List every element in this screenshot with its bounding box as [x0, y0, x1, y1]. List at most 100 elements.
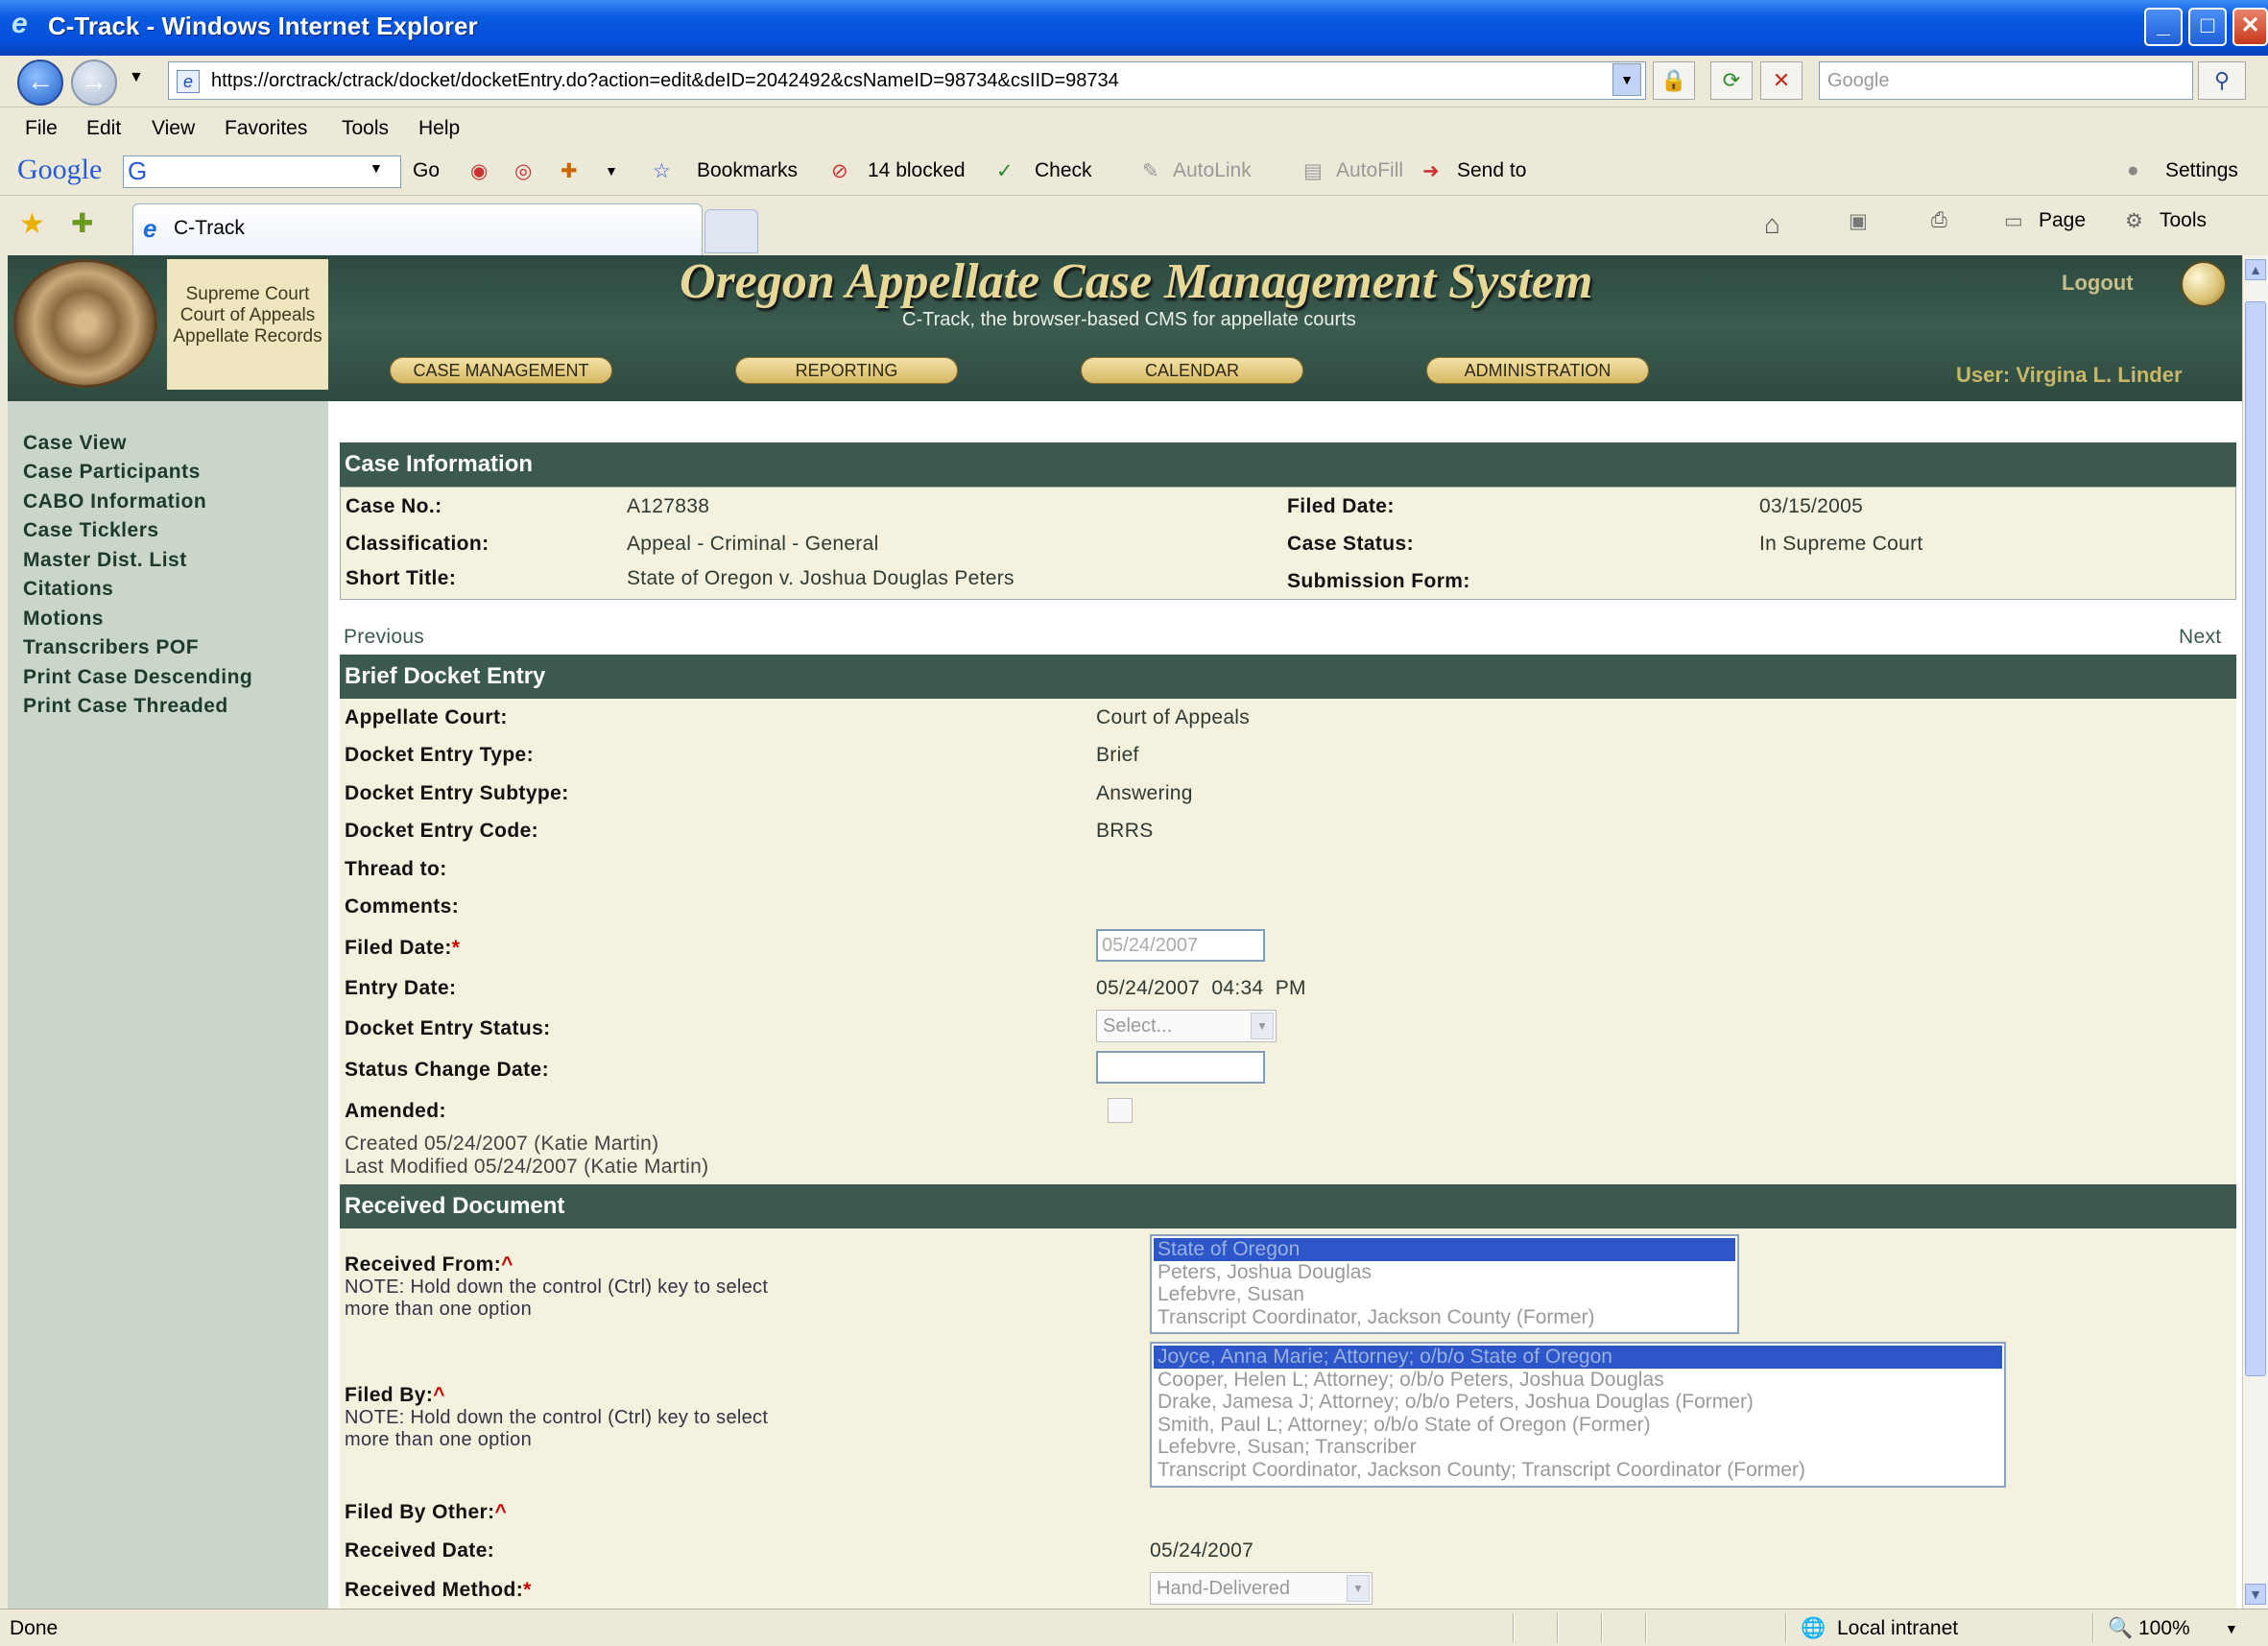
logout-icon[interactable]: [2181, 261, 2227, 307]
menu-favorites[interactable]: Favorites: [225, 117, 307, 140]
minimize-button[interactable]: _: [2144, 8, 2183, 46]
docket-status-select[interactable]: Select... ▼: [1096, 1010, 1277, 1042]
spell-icon[interactable]: ◎: [514, 159, 532, 183]
go-button[interactable]: Go: [413, 159, 440, 182]
list-item[interactable]: Lefebvre, Susan; Transcriber: [1154, 1436, 2002, 1459]
docket-subtype-value: Answering: [1096, 782, 1193, 804]
list-item[interactable]: Cooper, Helen L; Attorney; o/b/o Peters,…: [1154, 1369, 2002, 1392]
new-tab-button[interactable]: [704, 209, 758, 253]
sidebar-item-cabo-information[interactable]: CABO Information: [23, 490, 206, 513]
received-header: Received Document: [340, 1184, 2236, 1229]
scroll-down-icon[interactable]: ▼: [2245, 1584, 2266, 1605]
autolink-button[interactable]: AutoLink: [1173, 159, 1252, 182]
seal-line-1: Supreme Court: [185, 284, 310, 304]
app-title: Oregon Appellate Case Management System: [680, 255, 1593, 309]
ie-icon: e: [12, 8, 28, 39]
sidebar-item-print-case-threaded[interactable]: Print Case Threaded: [23, 695, 228, 718]
history-dropdown-icon[interactable]: ▼: [129, 69, 144, 86]
back-button[interactable]: ←: [17, 60, 63, 106]
sidebar-item-print-case-descending[interactable]: Print Case Descending: [23, 666, 252, 689]
forward-button[interactable]: →: [71, 60, 117, 106]
nav-calendar[interactable]: CALENDAR: [1081, 357, 1303, 384]
menu-tools[interactable]: Tools: [342, 117, 389, 140]
settings-button[interactable]: Settings: [2165, 159, 2238, 182]
list-item[interactable]: Transcript Coordinator, Jackson County; …: [1154, 1459, 2002, 1482]
address-bar[interactable]: e https://orctrack/ctrack/docket/docketE…: [168, 61, 1646, 100]
scroll-up-icon[interactable]: ▲: [2245, 259, 2266, 280]
sidebar-item-citations[interactable]: Citations: [23, 578, 113, 601]
received-method-select[interactable]: Hand-Delivered ▼: [1150, 1572, 1373, 1605]
list-item[interactable]: Peters, Joshua Douglas: [1154, 1261, 1735, 1284]
address-dropdown-icon[interactable]: ▼: [1612, 63, 1641, 96]
case-no-value: A127838: [627, 495, 710, 517]
list-item[interactable]: Joyce, Anna Marie; Attorney; o/b/o State…: [1154, 1346, 2002, 1369]
logout-link[interactable]: Logout: [2062, 271, 2134, 296]
received-date-label: Received Date:: [345, 1539, 495, 1562]
home-icon[interactable]: ⌂: [1764, 209, 1780, 240]
status-change-date-input[interactable]: [1096, 1051, 1265, 1084]
received-method-selected: Hand-Delivered: [1157, 1578, 1290, 1599]
feeds-icon[interactable]: ▣: [1849, 209, 1868, 233]
zone-label: Local intranet: [1837, 1617, 1959, 1639]
list-item[interactable]: Transcript Coordinator, Jackson County (…: [1154, 1306, 1735, 1329]
filed-date-label: Filed Date:*: [345, 937, 461, 959]
menu-help[interactable]: Help: [418, 117, 460, 140]
menu-view[interactable]: View: [152, 117, 195, 140]
stop-icon[interactable]: ✕: [1760, 61, 1802, 100]
sidebar-item-case-ticklers[interactable]: Case Ticklers: [23, 519, 159, 542]
vertical-scrollbar[interactable]: ▲ ▼: [2242, 255, 2268, 1609]
check-button[interactable]: Check: [1035, 159, 1092, 182]
sidebar-item-transcribers-pof[interactable]: Transcribers POF: [23, 636, 199, 659]
google-search-box[interactable]: G ▼: [123, 155, 401, 188]
menu-edit[interactable]: Edit: [86, 117, 121, 140]
maximize-button[interactable]: □: [2188, 8, 2227, 46]
favorites-star-icon[interactable]: ★: [19, 207, 45, 241]
more-dropdown-icon[interactable]: ▼: [605, 163, 618, 179]
nav-administration[interactable]: ADMINISTRATION: [1426, 357, 1649, 384]
lock-icon[interactable]: 🔒: [1653, 61, 1695, 100]
nav-reporting[interactable]: REPORTING: [735, 357, 958, 384]
next-link[interactable]: Next: [2179, 626, 2221, 649]
search-input[interactable]: Google: [1819, 61, 2193, 100]
previous-link[interactable]: Previous: [344, 626, 424, 649]
sidebar-item-master-dist-list[interactable]: Master Dist. List: [23, 549, 187, 572]
bookmarks-button[interactable]: Bookmarks: [697, 159, 798, 182]
filed-date-input[interactable]: 05/24/2007: [1096, 929, 1265, 962]
scroll-thumb[interactable]: [2245, 301, 2266, 1376]
autolink-icon: ✎: [1142, 160, 1159, 182]
autofill-button[interactable]: AutoFill: [1336, 159, 1403, 182]
status-text: Done: [10, 1617, 59, 1639]
received-method-label: Received Method:*: [345, 1579, 532, 1601]
list-item[interactable]: Smith, Paul L; Attorney; o/b/o State of …: [1154, 1414, 2002, 1437]
sidebar-item-case-participants[interactable]: Case Participants: [23, 461, 201, 484]
zoom-dropdown-icon[interactable]: ▼: [2225, 1621, 2238, 1636]
page-menu-button[interactable]: Page: [2039, 209, 2086, 232]
list-item[interactable]: Lefebvre, Susan: [1154, 1283, 1735, 1306]
zoom-button[interactable]: 100%: [2138, 1617, 2190, 1640]
modified-info: Last Modified 05/24/2007 (Katie Martin): [345, 1156, 709, 1178]
sidebar-item-case-view[interactable]: Case View: [23, 432, 127, 455]
tab-ctrack[interactable]: e C-Track: [132, 203, 703, 255]
menu-file[interactable]: File: [25, 117, 58, 140]
popup-blocker-icon: ⊘: [831, 160, 848, 182]
amended-checkbox[interactable]: [1108, 1098, 1133, 1123]
classification-label: Classification:: [346, 533, 489, 555]
send-to-button[interactable]: Send to: [1457, 159, 1526, 182]
pagerank-icon[interactable]: ✚: [561, 159, 578, 183]
filed-by-listbox[interactable]: Joyce, Anna Marie; Attorney; o/b/o State…: [1150, 1342, 2006, 1488]
list-item[interactable]: State of Oregon: [1154, 1238, 1735, 1261]
close-button[interactable]: ✕: [2232, 8, 2268, 46]
print-icon[interactable]: ⎙: [1931, 209, 1947, 232]
tools-menu-button[interactable]: Tools: [2160, 209, 2207, 232]
search-icon[interactable]: ⚲: [2198, 61, 2246, 100]
google-logo: Google: [17, 154, 103, 185]
list-item[interactable]: Drake, Jamesa J; Attorney; o/b/o Peters,…: [1154, 1391, 2002, 1414]
news-icon[interactable]: ◉: [470, 159, 488, 183]
blocked-button[interactable]: 14 blocked: [868, 159, 966, 182]
refresh-icon[interactable]: ⟳: [1710, 61, 1753, 100]
case-filed-date-label: Filed Date:: [1287, 495, 1395, 517]
nav-case-management[interactable]: CASE MANAGEMENT: [390, 357, 612, 384]
received-from-listbox[interactable]: State of Oregon Peters, Joshua Douglas L…: [1150, 1234, 1739, 1334]
add-favorite-icon[interactable]: ✚: [71, 207, 93, 239]
sidebar-item-motions[interactable]: Motions: [23, 608, 104, 631]
